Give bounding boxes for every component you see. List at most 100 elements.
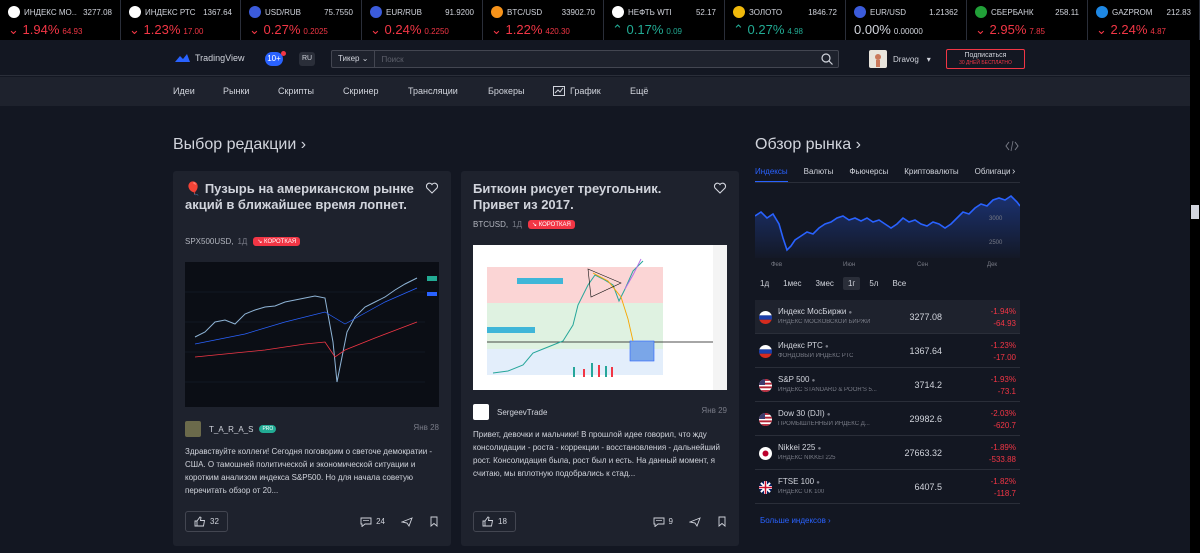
index-row[interactable]: Индекс РТС ● ФОНДОВЫЙ ИНДЕКС РТС 1367.64 -1… [755,334,1020,368]
ticker-top: EUR/USD 1.21362 [854,6,958,18]
index-row[interactable]: Nikkei 225 ● ИНДЕКС NIKKEI 225 27663.32 -1.… [755,436,1020,470]
index-change-abs: -17.00 [993,353,1016,362]
idea-card[interactable]: 🎈 Пузырь на американском рынке акций в б… [173,171,451,546]
idea-author[interactable]: T_A_R_A_S PRO [185,421,277,437]
ticker-item[interactable]: GAZPROM 212.83 ⌄ 2.24% 4.87 [1088,0,1200,40]
idea-text[interactable]: Здравствуйте коллеги! Сегодня поговорим … [185,445,439,497]
ticker-pct: ⌄ 1.23% [129,22,181,37]
range-3m[interactable]: 3мес [811,277,839,290]
chart-month-label: Июн [843,262,855,268]
range-1m[interactable]: 1мес [778,277,806,290]
tab-currencies[interactable]: Валюты [804,167,834,182]
index-name: Индекс РТС ● [778,341,829,350]
index-row[interactable]: Индекс МосБиржи ● ИНДЕКС МОСКОВСКОЙ БИРЖИ… [755,300,1020,334]
nav-ideas[interactable]: Идеи [173,86,195,96]
chevron-down-icon: ▾ [926,54,931,64]
ticker-price: 212.83 [1166,7,1191,17]
nav-scripts[interactable]: Скрипты [278,86,314,96]
nav-chart[interactable]: График [553,86,601,96]
short-badge: ↘ КОРОТКАЯ [528,220,575,229]
ticker-price: 258.11 [1055,7,1079,17]
index-name-text: FTSE 100 [778,477,815,486]
share-button[interactable] [689,516,701,527]
ticker-top: ИНДЕКС МО... 3277.08 [8,6,112,18]
bookmark-icon [430,516,438,527]
idea-ticker[interactable]: BTCUSD [473,220,506,229]
comments-button[interactable]: 9 [653,517,673,527]
tabs-scroll-right-icon[interactable]: › [1010,166,1016,177]
share-button[interactable] [401,516,413,527]
nav-markets[interactable]: Рынки [223,86,249,96]
avatar [869,50,887,68]
comments-button[interactable]: 24 [360,517,385,527]
idea-chart-image[interactable] [473,245,727,390]
editors-pick-title[interactable]: Выбор редакции › [173,136,306,154]
index-row[interactable]: FTSE 100 ● ИНДЕКС UK 100 6407.5 -1.82% -118.… [755,470,1020,504]
range-1d[interactable]: 1д [755,277,774,290]
subscribe-button[interactable]: Подписаться 30 ДНЕЙ БЕСПЛАТНО [946,49,1025,69]
search-input[interactable] [375,54,820,64]
subscribe-label: Подписаться [964,52,1007,59]
heart-icon[interactable] [713,181,727,195]
index-row[interactable]: S&P 500 ● ИНДЕКС STANDARD & POOR'S 5... 37… [755,368,1020,402]
index-change-abs: -118.7 [993,489,1016,498]
range-5y[interactable]: 5л [864,277,883,290]
scroll-up-arrow[interactable] [1191,205,1199,219]
ticker-change: ⌃ 0.17% 0.09 [612,21,716,39]
ticker-pct-value: 2.24% [1110,22,1148,37]
search-type-select[interactable]: Тикер ⌄ [332,51,376,67]
tab-futures[interactable]: Фьючерсы [849,167,888,182]
index-row[interactable]: Dow 30 (DJI) ● ПРОМЫШЛЕННЫЙ ИНДЕКС Д... 29… [755,402,1020,436]
ticker-item[interactable]: ИНДЕКС МО... 3277.08 ⌄ 1.94% 64.93 [0,0,121,40]
ticker-symbol-icon [854,6,866,18]
ticker-item[interactable]: НЕФТЬ WTI 52.17 ⌃ 0.17% 0.09 [604,0,725,40]
nav-brokers[interactable]: Брокеры [488,86,524,96]
ticker-bar: ИНДЕКС МО... 3277.08 ⌄ 1.94% 64.93 ИНДЕКС РТ… [0,0,1200,40]
embed-code-icon[interactable] [1005,140,1019,152]
heart-icon[interactable] [425,181,439,195]
idea-title[interactable]: Биткоин рисует треугольник. Привет из 20… [473,181,703,213]
range-1y[interactable]: 1г [842,277,861,290]
tab-indices[interactable]: Индексы [755,167,788,182]
language-button[interactable]: RU [299,52,315,66]
nav-streams[interactable]: Трансляции [408,86,458,96]
tradingview-logo[interactable]: TradingView [173,53,245,63]
more-indices-link[interactable]: Больше индексов › [760,516,831,525]
idea-author[interactable]: SergeevTrade [473,404,547,420]
ticker-item[interactable]: EUR/RUB 91.9200 ⌄ 0.24% 0.2250 [362,0,483,40]
like-button[interactable]: 32 [185,511,228,532]
tab-bonds[interactable]: Облигации [975,167,1015,182]
user-menu[interactable]: Dravog ▾ [869,50,931,68]
scrollbar[interactable] [1190,40,1200,553]
search-icon[interactable] [820,52,834,66]
bookmark-button[interactable] [717,516,727,527]
idea-text[interactable]: Привет, девочки и мальчики! В прошлой ид… [473,428,727,480]
market-overview-title[interactable]: Обзор рынка › [755,136,861,154]
idea-ticker[interactable]: SPX500USD [185,237,231,246]
ticker-item[interactable]: СБЕРБАНК 258.11 ⌄ 2.95% 7.85 [967,0,1088,40]
chart-y-label: 2500 [989,240,1003,246]
like-button[interactable]: 18 [473,511,516,532]
tab-crypto[interactable]: Криптовалюты [904,167,958,182]
idea-title[interactable]: 🎈 Пузырь на американском рынке акций в б… [185,181,415,213]
market-index-chart[interactable]: Фев Июн Сен Дек 3000 2500 [755,188,1020,270]
idea-chart-image[interactable] [185,262,439,407]
ticker-item[interactable]: BTC/USD 33902.70 ⌄ 1.22% 420.30 [483,0,604,40]
nav-screener[interactable]: Скринер [343,86,378,96]
ticker-symbol-icon [1096,6,1108,18]
ticker-item[interactable]: ИНДЕКС РТС 1367.64 ⌄ 1.23% 17.00 [121,0,241,40]
bookmark-button[interactable] [429,516,439,527]
ticker-pct-value: 0.27% [747,22,785,37]
range-all[interactable]: Все [887,277,911,290]
main-nav: Идеи Рынки Скрипты Скринер Трансляции Бр… [0,77,1200,106]
ticker-item[interactable]: ЗОЛОТО 1846.72 ⌃ 0.27% 4.98 [725,0,846,40]
nav-more[interactable]: Ещё [630,86,648,96]
ticker-change: ⌄ 1.22% 420.30 [491,21,595,39]
idea-card[interactable]: Биткоин рисует треугольник. Привет из 20… [461,171,739,546]
chart-month-label: Дек [987,262,997,268]
ticker-top: EUR/RUB 91.9200 [370,6,474,18]
logo-cloud-icon [175,54,190,62]
ticker-name: ЗОЛОТО [749,7,783,17]
ticker-item[interactable]: EUR/USD 1.21362 0.00% 0.00000 [846,0,967,40]
ticker-item[interactable]: USD/RUB 75.7550 ⌄ 0.27% 0.2025 [241,0,362,40]
